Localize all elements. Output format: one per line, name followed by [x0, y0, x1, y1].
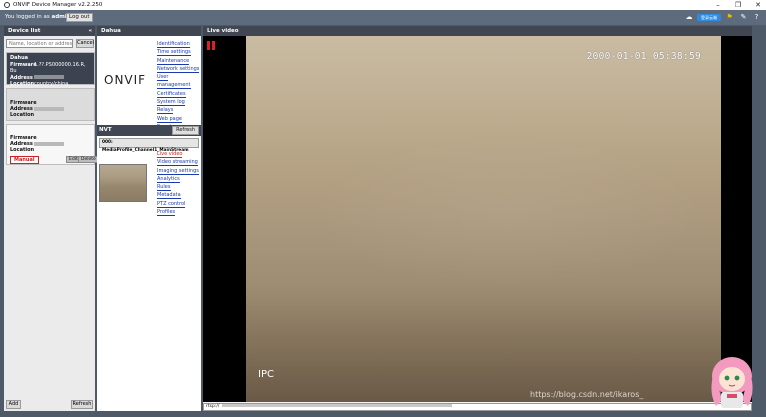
minimize-button[interactable]: – [710, 0, 726, 10]
live-video-panel: Live video 2000-01-01 05:38:59 IPC rtsp:… [203, 26, 752, 411]
link-system-log[interactable]: System log [157, 98, 201, 107]
link-user-management[interactable]: User management [157, 73, 201, 90]
video-viewport[interactable]: 2000-01-01 05:38:59 IPC [203, 36, 752, 402]
media-profile[interactable]: 000: MediaProfile_Channel1_MainStream [99, 138, 199, 153]
collapse-icon[interactable]: « [88, 26, 92, 36]
link-rules[interactable]: Rules [157, 183, 199, 192]
settings-icon[interactable]: ✎ [739, 13, 748, 22]
window-title: ONVIF Device Manager v2.2.250 [13, 2, 103, 8]
login-status: You logged in as admin [5, 14, 71, 20]
link-ptz-control[interactable]: PTZ control [157, 200, 199, 208]
search-input[interactable] [6, 39, 73, 48]
link-metadata[interactable]: Metadata [157, 191, 199, 200]
cloud-icon[interactable]: ☁ [684, 13, 694, 22]
device-links: Identification Time settings Maintenance Ne… [157, 40, 201, 131]
info-icon[interactable]: ⚑ [725, 13, 734, 22]
device-item-manual[interactable]: Firmware Address Location Manual Edit De… [6, 124, 99, 165]
nvt-header: NVT Refresh [97, 125, 201, 136]
watermark: https://blog.csdn.net/ikaros_ [530, 390, 644, 399]
logout-button[interactable]: Log out [66, 13, 93, 22]
link-identification[interactable]: Identification [157, 40, 201, 48]
link-imaging-settings[interactable]: Imaging settings [157, 167, 199, 175]
link-time-settings[interactable]: Time settings [157, 48, 201, 57]
osd-label: IPC [258, 369, 274, 380]
osd-timestamp: 2000-01-01 05:38:59 [586, 51, 701, 62]
link-web-page[interactable]: Web page [157, 115, 201, 123]
cloud-login-button[interactable]: 登录云端 [697, 14, 721, 21]
link-live-video[interactable]: Live video [157, 150, 199, 158]
link-relays[interactable]: Relays [157, 106, 201, 115]
manual-badge: Manual [10, 155, 39, 164]
profile-links: Live video Video streaming Imaging setting… [157, 150, 199, 217]
stream-url-field[interactable]: rtsp:// [203, 403, 752, 411]
device-item-dahua[interactable]: Dahua Firmware1.??.PS000000.16.R, Bu Add… [6, 52, 95, 87]
nvt-refresh-button[interactable]: Refresh [172, 126, 199, 135]
video-thumbnail[interactable] [99, 164, 147, 202]
link-network-settings[interactable]: Network settings [157, 65, 201, 73]
device-item[interactable]: Firmware Address Location [6, 88, 95, 121]
cancel-button[interactable]: Cancel [76, 39, 94, 48]
refresh-device-list-button[interactable]: Refresh [71, 400, 93, 409]
delete-button[interactable]: Delete [78, 156, 99, 163]
pause-icon[interactable] [207, 41, 216, 50]
link-analytics[interactable]: Analytics [157, 175, 199, 183]
link-profiles[interactable]: Profiles [157, 208, 199, 217]
maximize-button[interactable]: ❐ [730, 0, 746, 10]
device-panel: ONVIF Identification Time settings Mainten… [97, 36, 201, 411]
device-panel-header: Dahua [97, 26, 201, 36]
top-bar: You logged in as admin Log out ☁ 登录云端 ⚑ … [0, 10, 766, 25]
mascot-sticker [711, 357, 753, 408]
onvif-logo: ONVIF [104, 73, 147, 87]
add-device-button[interactable]: Add [6, 400, 21, 409]
app-icon [4, 2, 10, 8]
device-list-header: Device list « [4, 26, 95, 36]
close-button[interactable]: ✕ [750, 0, 766, 10]
window-titlebar: ONVIF Device Manager v2.2.250 – ❐ ✕ [0, 0, 766, 10]
link-certificates[interactable]: Certificates [157, 90, 201, 98]
video-frame: 2000-01-01 05:38:59 IPC [246, 36, 721, 402]
link-video-streaming[interactable]: Video streaming [157, 158, 199, 167]
device-location: country/china [34, 80, 69, 87]
help-icon[interactable]: ? [752, 13, 761, 22]
device-list: Cancel Dahua Firmware1.??.PS000000.16.R,… [4, 36, 99, 411]
device-name: Dahua [10, 55, 29, 61]
link-maintenance[interactable]: Maintenance [157, 57, 201, 65]
live-video-header: Live video [203, 26, 752, 36]
